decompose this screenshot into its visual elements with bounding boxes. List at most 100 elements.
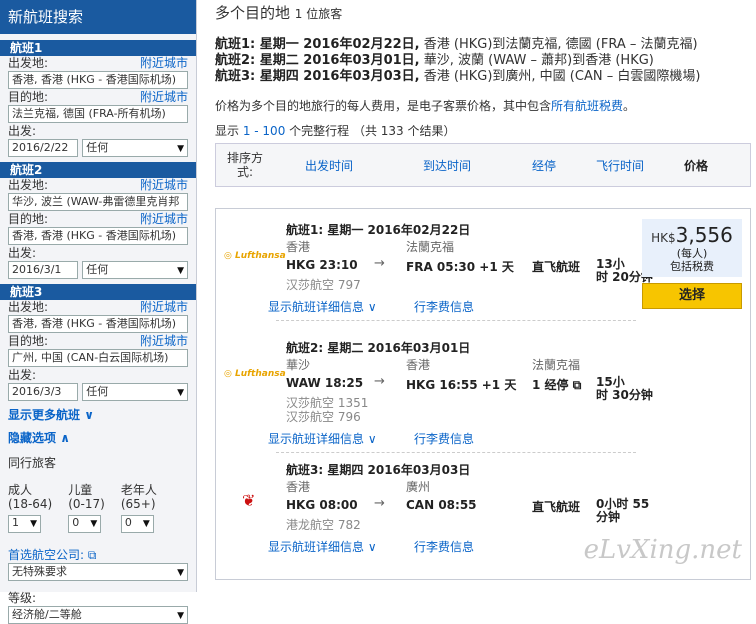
result-range-link[interactable]: 1 - 100	[243, 124, 286, 138]
preferred-airline-select[interactable]: 无特殊要求	[8, 563, 188, 581]
taxes-link[interactable]: 所有航班税费	[551, 99, 623, 113]
dragonair-logo-icon: ❦	[242, 491, 256, 510]
segment-divider	[276, 320, 636, 321]
depart-time: HKG 08:00	[286, 498, 358, 512]
select-button[interactable]: 选择	[642, 283, 742, 309]
to-city: 法蘭克福	[406, 240, 455, 254]
sort-depart-time[interactable]: 出发时间	[270, 157, 388, 174]
stops-info: 直飞航班	[532, 260, 581, 274]
search-sidebar: 新航班搜索 航班1 出发地: 附近城市 香港, 香港 (HKG - 香港国际机场)…	[0, 0, 197, 624]
leg-summary-line: 航班2: 星期二 2016年03月01日, 華沙, 波蘭 (WAW – 蕭邦)到…	[215, 53, 654, 68]
sidebar-title: 新航班搜索	[0, 0, 196, 34]
dest-input[interactable]: 法兰克福, 德国 (FRA-所有机场)	[8, 105, 188, 123]
date-input[interactable]: 2016/3/1	[8, 261, 79, 279]
per-person: (每人)	[676, 247, 708, 260]
nearby-cities-link[interactable]: 附近城市	[140, 300, 188, 315]
leg-summary-line: 航班1: 星期一 2016年02月22日, 香港 (HKG)到法蘭克福, 德國 …	[215, 37, 698, 52]
dest-label: 目的地:	[8, 334, 49, 348]
to-city: 廣州	[406, 480, 431, 494]
sort-arrive-time[interactable]: 到达时间	[388, 157, 506, 174]
dest-input[interactable]: 广州, 中国 (CAN-白云国际机场)	[8, 349, 188, 367]
chevron-down-icon: ∨	[367, 540, 377, 554]
leg-summary-line: 航班3: 星期四 2016年03月03日, 香港 (HKG)到廣州, 中國 (C…	[215, 69, 701, 84]
price-amount: 3,556	[675, 223, 733, 247]
arrive-time: HKG 16:55 +1 天	[406, 378, 517, 392]
class-select[interactable]: 经济舱/二等舱	[8, 606, 188, 624]
price-note: 价格为多个目的地旅行的每人费用，是电子客票价格，其中包含所有航班税费。	[215, 99, 636, 113]
flight-3-title: 航班3	[0, 284, 196, 300]
external-link-icon[interactable]: ⧉	[88, 548, 97, 562]
show-more-flights-link[interactable]: 显示更多航班 ∨	[8, 406, 188, 423]
price-box: HK$3,556 (每人) 包括税费 选择	[642, 219, 742, 309]
stops-info[interactable]: 1 经停 ⧉	[532, 376, 581, 393]
hide-options-link[interactable]: 隐藏选项 ∧	[8, 429, 188, 446]
arrive-time: CAN 08:55	[406, 498, 477, 512]
nearby-cities-link[interactable]: 附近城市	[140, 334, 188, 349]
date-label: 出发:	[8, 246, 37, 260]
arrive-time: FRA 05:30 +1 天	[406, 260, 514, 274]
dest-input[interactable]: 香港, 香港 (HKG - 香港国际机场)	[8, 227, 188, 245]
senior-range: (65+)	[120, 497, 156, 511]
nearby-cities-link[interactable]: 附近城市	[140, 178, 188, 193]
date-input[interactable]: 2016/2/22	[8, 139, 79, 157]
dest-label: 目的地:	[8, 212, 49, 226]
nearby-cities-link[interactable]: 附近城市	[140, 212, 188, 227]
depart-label: 出发地:	[8, 300, 49, 314]
stops-info: 直飞航班	[532, 500, 581, 514]
result-count: 显示 1 - 100 个完整行程 （共 133 个结果）	[215, 124, 456, 138]
tax-included: 包括税费	[670, 260, 714, 273]
duration: 0小时 55 分钟	[596, 497, 650, 524]
nearby-cities-link[interactable]: 附近城市	[140, 90, 188, 105]
chevron-down-icon: ∨	[367, 432, 377, 446]
to-city: 香港	[406, 358, 431, 372]
dest-label: 目的地:	[8, 90, 49, 104]
depart-label: 出发地:	[8, 56, 49, 70]
lufthansa-crane-icon: ◎	[224, 251, 232, 261]
from-city: 香港	[286, 240, 311, 254]
baggage-fee-link[interactable]: 行李费信息	[414, 298, 474, 315]
result-card: ◎ Lufthansa 航班1: 星期一 2016年02月22日 香港 法蘭克福 HKG…	[215, 208, 751, 580]
date-input[interactable]: 2016/3/3	[8, 383, 79, 401]
travelers-label: 同行旅客	[8, 456, 57, 470]
depart-time: HKG 23:10	[286, 258, 358, 272]
show-flight-details-link[interactable]: 显示航班详细信息 ∨	[268, 538, 377, 555]
depart-input[interactable]: 华沙, 波兰 (WAW-弗雷德里克肖邦	[8, 193, 188, 211]
carrier-flight: 汉莎航空 797	[286, 278, 361, 292]
via-city: 法蘭克福	[532, 358, 581, 372]
from-city: 香港	[286, 480, 311, 494]
depart-input[interactable]: 香港, 香港 (HKG - 香港国际机场)	[8, 71, 188, 89]
adult-range: (18-64)	[8, 497, 53, 511]
preferred-airline-label: 首选航空公司: ⧉	[8, 548, 97, 562]
nearby-cities-link[interactable]: 附近城市	[140, 56, 188, 71]
time-select[interactable]: 任何	[82, 139, 188, 157]
baggage-fee-link[interactable]: 行李费信息	[414, 430, 474, 447]
sort-label: 排序方式:	[226, 151, 263, 179]
child-select[interactable]: 0	[68, 515, 102, 533]
sort-stops[interactable]: 经停	[506, 157, 582, 174]
from-city: 華沙	[286, 358, 311, 372]
adult-select[interactable]: 1	[8, 515, 41, 533]
date-label: 出发:	[8, 124, 37, 138]
currency: HK$	[651, 231, 676, 245]
leg-title: 航班2: 星期二 2016年03月01日	[286, 341, 471, 355]
flight-1-title: 航班1	[0, 40, 196, 56]
baggage-fee-link[interactable]: 行李费信息	[414, 538, 474, 555]
sort-price[interactable]: 价格	[658, 157, 734, 174]
time-select[interactable]: 任何	[82, 261, 188, 279]
child-label: 儿童	[68, 483, 93, 497]
lufthansa-crane-icon: ◎	[224, 369, 232, 379]
segment-divider	[276, 452, 636, 453]
time-select[interactable]: 任何	[82, 383, 188, 401]
show-flight-details-link[interactable]: 显示航班详细信息 ∨	[268, 298, 377, 315]
popup-icon: ⧉	[572, 378, 582, 392]
show-flight-details-link[interactable]: 显示航班详细信息 ∨	[268, 430, 377, 447]
duration: 15小时 30分钟	[596, 375, 653, 402]
sort-duration[interactable]: 飞行时间	[582, 157, 658, 174]
page-title: 多个目的地 1 位旅客	[215, 4, 343, 22]
arrow-right-icon: →	[374, 256, 385, 271]
carrier-flight-2: 汉莎航空 796	[286, 410, 361, 424]
sort-bar: 排序方式: 出发时间 到达时间 经停 飞行时间 价格	[215, 143, 751, 187]
chevron-down-icon: ∨	[84, 408, 94, 422]
depart-input[interactable]: 香港, 香港 (HKG - 香港国际机场)	[8, 315, 188, 333]
senior-select[interactable]: 0	[120, 515, 154, 533]
